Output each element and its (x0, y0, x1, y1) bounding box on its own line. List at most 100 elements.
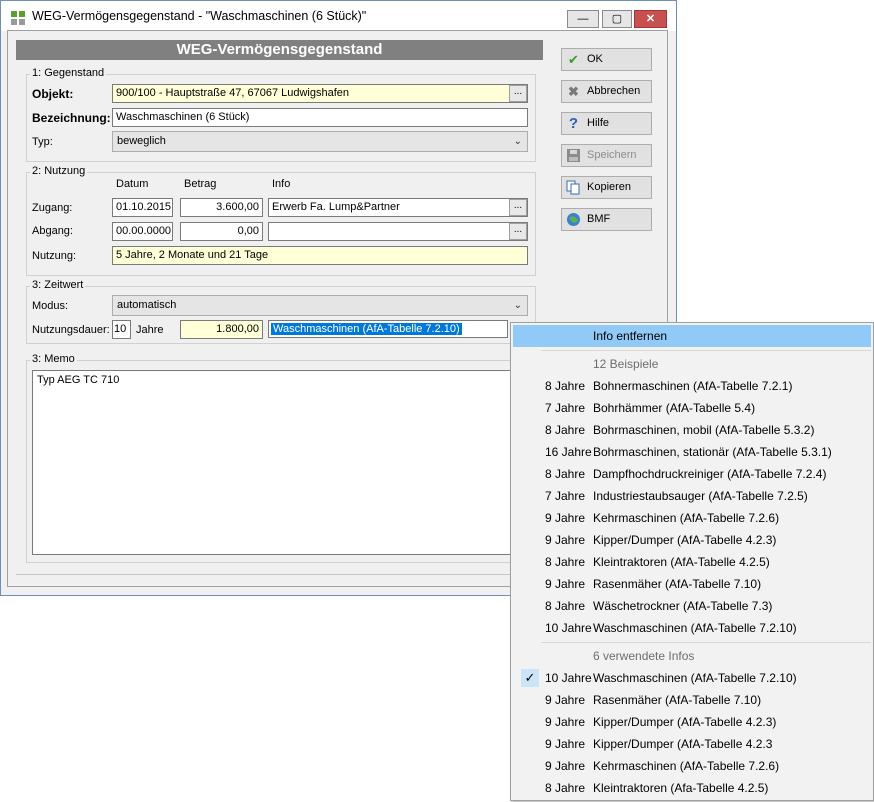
menu-item-label: Bohnermaschinen (AfA-Tabelle 7.2.1) (593, 379, 793, 393)
menu-item-example[interactable]: 7 Jahre Industriestaubsauger (AfA-Tabelle… (513, 485, 871, 507)
title-bar[interactable]: WEG-Vermögensgegenstand - "Waschmaschine… (1, 1, 676, 31)
checkmark-icon: ✔ (568, 52, 579, 67)
abbrechen-button[interactable]: ✖ Abbrechen (561, 80, 652, 103)
menu-item-example[interactable]: 9 Jahre Rasenmäher (AfA-Tabelle 7.10) (513, 573, 871, 595)
typ-select[interactable]: beweglich ⌄ (112, 131, 528, 152)
col-betrag-header: Betrag (184, 178, 217, 190)
bmf-button[interactable]: BMF (561, 208, 652, 231)
typ-label: Typ: (32, 136, 53, 148)
zugang-info-browse-button[interactable]: ... (509, 199, 527, 216)
menu-item-info-entfernen[interactable]: Info entfernen (513, 325, 871, 347)
abgang-label: Abgang: (32, 225, 73, 237)
menu-item-label: Waschmaschinen (AfA-Tabelle 7.2.10) (593, 621, 797, 635)
ok-button[interactable]: ✔ OK (561, 48, 652, 71)
jahre-label: Jahre (136, 324, 164, 336)
zugang-betrag-field[interactable]: 3.600,00 (180, 198, 263, 217)
menu-item-years: 16 Jahre (545, 445, 592, 459)
menu-item-years: 9 Jahre (545, 693, 586, 707)
group-zeitwert-title: 3: Zeitwert (30, 279, 86, 291)
nutzung-label: Nutzung: (32, 250, 77, 262)
form-header: WEG-Vermögensgegenstand (16, 40, 543, 60)
menu-item-years: 9 Jahre (545, 577, 586, 591)
menu-item-label: Dampfhochdruckreiniger (AfA-Tabelle 7.2.… (593, 467, 827, 481)
menu-item-used[interactable]: 9 Jahre Kipper/Dumper (AfA-Tabelle 4.2.3 (513, 733, 871, 755)
menu-item-example[interactable]: 9 Jahre Kipper/Dumper (AfA-Tabelle 4.2.3) (513, 529, 871, 551)
menu-item-example[interactable]: 8 Jahre Bohrmaschinen, mobil (AfA-Tabelle… (513, 419, 871, 441)
abgang-betrag-field[interactable]: 0,00 (180, 222, 263, 241)
chevron-down-icon: ⌄ (513, 300, 522, 311)
menu-item-used[interactable]: 9 Jahre Kipper/Dumper (AfA-Tabelle 4.2.3) (513, 711, 871, 733)
bezeichnung-field[interactable]: Waschmaschinen (6 Stück) (112, 108, 528, 127)
menu-item-used[interactable]: ✓ 10 Jahre Waschmaschinen (AfA-Tabelle 7.… (513, 667, 871, 689)
hilfe-button[interactable]: ? Hilfe (561, 112, 652, 135)
kopieren-button[interactable]: Kopieren (561, 176, 652, 199)
objekt-label: Objekt: (32, 87, 74, 101)
menu-section-header: 6 verwendete Infos (513, 645, 871, 667)
menu-item-used[interactable]: 9 Jahre Kehrmaschinen (AfA-Tabelle 7.2.6) (513, 755, 871, 777)
zugang-datum-field[interactable]: 01.10.2015 (112, 198, 173, 217)
menu-item-years: 9 Jahre (545, 511, 586, 525)
menu-section-header: 12 Beispiele (513, 353, 871, 375)
menu-item-example[interactable]: 7 Jahre Bohrhämmer (AfA-Tabelle 5.4) (513, 397, 871, 419)
menu-item-label: Kipper/Dumper (AfA-Tabelle 4.2.3 (593, 737, 773, 751)
menu-item-label: Kipper/Dumper (AfA-Tabelle 4.2.3) (593, 533, 777, 547)
modus-label: Modus: (32, 300, 69, 312)
nutzungsdauer-field[interactable]: 10 (112, 320, 131, 339)
minimize-button[interactable]: — (567, 10, 599, 28)
speichern-button[interactable]: Speichern (561, 144, 652, 167)
menu-item-example[interactable]: 8 Jahre Kleintraktoren (AfA-Tabelle 4.2.5… (513, 551, 871, 573)
menu-item-years: 9 Jahre (545, 715, 586, 729)
checkmark-icon: ✓ (521, 669, 539, 687)
bezeichnung-label: Bezeichnung: (32, 111, 111, 125)
bottom-divider (16, 574, 541, 575)
typ-select-value: beweglich (117, 135, 166, 147)
menu-item-years: 7 Jahre (545, 489, 586, 503)
menu-item-label: Waschmaschinen (AfA-Tabelle 7.2.10) (593, 671, 797, 685)
menu-item-example[interactable]: 8 Jahre Dampfhochdruckreiniger (AfA-Tabel… (513, 463, 871, 485)
zeitwert-info-field[interactable]: Waschmaschinen (AfA-Tabelle 7.2.10) (268, 320, 508, 338)
menu-item-example[interactable]: 8 Jahre Wäschetrockner (AfA-Tabelle 7.3) (513, 595, 871, 617)
memo-textarea[interactable]: Typ AEG TC 710 (32, 370, 528, 555)
close-button[interactable]: ✕ (634, 10, 667, 28)
menu-item-label: Kehrmaschinen (AfA-Tabelle 7.2.6) (593, 759, 780, 773)
menu-item-example[interactable]: 16 Jahre Bohrmaschinen, stationär (AfA-Ta… (513, 441, 871, 463)
used-header: 6 verwendete Infos (593, 649, 695, 663)
modus-select-value: automatisch (117, 299, 177, 311)
menu-separator (541, 350, 871, 351)
window-title: WEG-Vermögensgegenstand - "Waschmaschine… (32, 9, 367, 23)
menu-item-used[interactable]: 9 Jahre Rasenmäher (AfA-Tabelle 7.10) (513, 689, 871, 711)
save-icon (566, 148, 581, 163)
group-gegenstand-title: 1: Gegenstand (30, 67, 107, 79)
menu-item-years: 9 Jahre (545, 737, 586, 751)
menu-item-label: Bohrmaschinen, mobil (AfA-Tabelle 5.3.2) (593, 423, 815, 437)
abgang-info-field[interactable] (268, 222, 528, 241)
menu-item-label: Kipper/Dumper (AfA-Tabelle 4.2.3) (593, 715, 777, 729)
examples-header: 12 Beispiele (593, 357, 659, 371)
menu-item-years: 8 Jahre (545, 379, 586, 393)
objekt-browse-button[interactable]: ... (509, 85, 527, 102)
menu-item-label: Kleintraktoren (AfA-Tabelle 4.2.5) (593, 555, 770, 569)
menu-item-example[interactable]: 10 Jahre Waschmaschinen (AfA-Tabelle 7.2.… (513, 617, 871, 639)
menu-item-used[interactable]: 8 Jahre Kleintraktoren (Afa-Tabelle 4.2.5… (513, 777, 871, 799)
zeitwert-info-selected-text: Waschmaschinen (AfA-Tabelle 7.2.10) (271, 323, 462, 335)
menu-item-label: Rasenmäher (AfA-Tabelle 7.10) (593, 577, 762, 591)
ok-button-label: OK (587, 53, 603, 65)
zugang-info-field[interactable]: Erwerb Fa. Lump&Partner (268, 198, 528, 217)
app-icon (11, 11, 25, 25)
zugang-label: Zugang: (32, 202, 73, 214)
group-nutzung-title: 2: Nutzung (30, 165, 88, 177)
chevron-down-icon: ⌄ (513, 136, 522, 147)
menu-item-years: 7 Jahre (545, 401, 586, 415)
abgang-datum-field[interactable]: 00.00.0000 (112, 222, 173, 241)
maximize-icon: ▢ (611, 13, 623, 25)
abgang-info-browse-button[interactable]: ... (509, 223, 527, 240)
menu-item-years: 8 Jahre (545, 599, 586, 613)
menu-item-years: 8 Jahre (545, 555, 586, 569)
menu-item-example[interactable]: 8 Jahre Bohnermaschinen (AfA-Tabelle 7.2.… (513, 375, 871, 397)
maximize-button[interactable]: ▢ (602, 10, 632, 28)
globe-icon (566, 212, 581, 227)
speichern-button-label: Speichern (587, 149, 637, 161)
menu-item-example[interactable]: 9 Jahre Kehrmaschinen (AfA-Tabelle 7.2.6) (513, 507, 871, 529)
modus-select[interactable]: automatisch ⌄ (112, 295, 528, 316)
objekt-field[interactable]: 900/100 - Hauptstraße 47, 67067 Ludwigsh… (112, 84, 528, 103)
